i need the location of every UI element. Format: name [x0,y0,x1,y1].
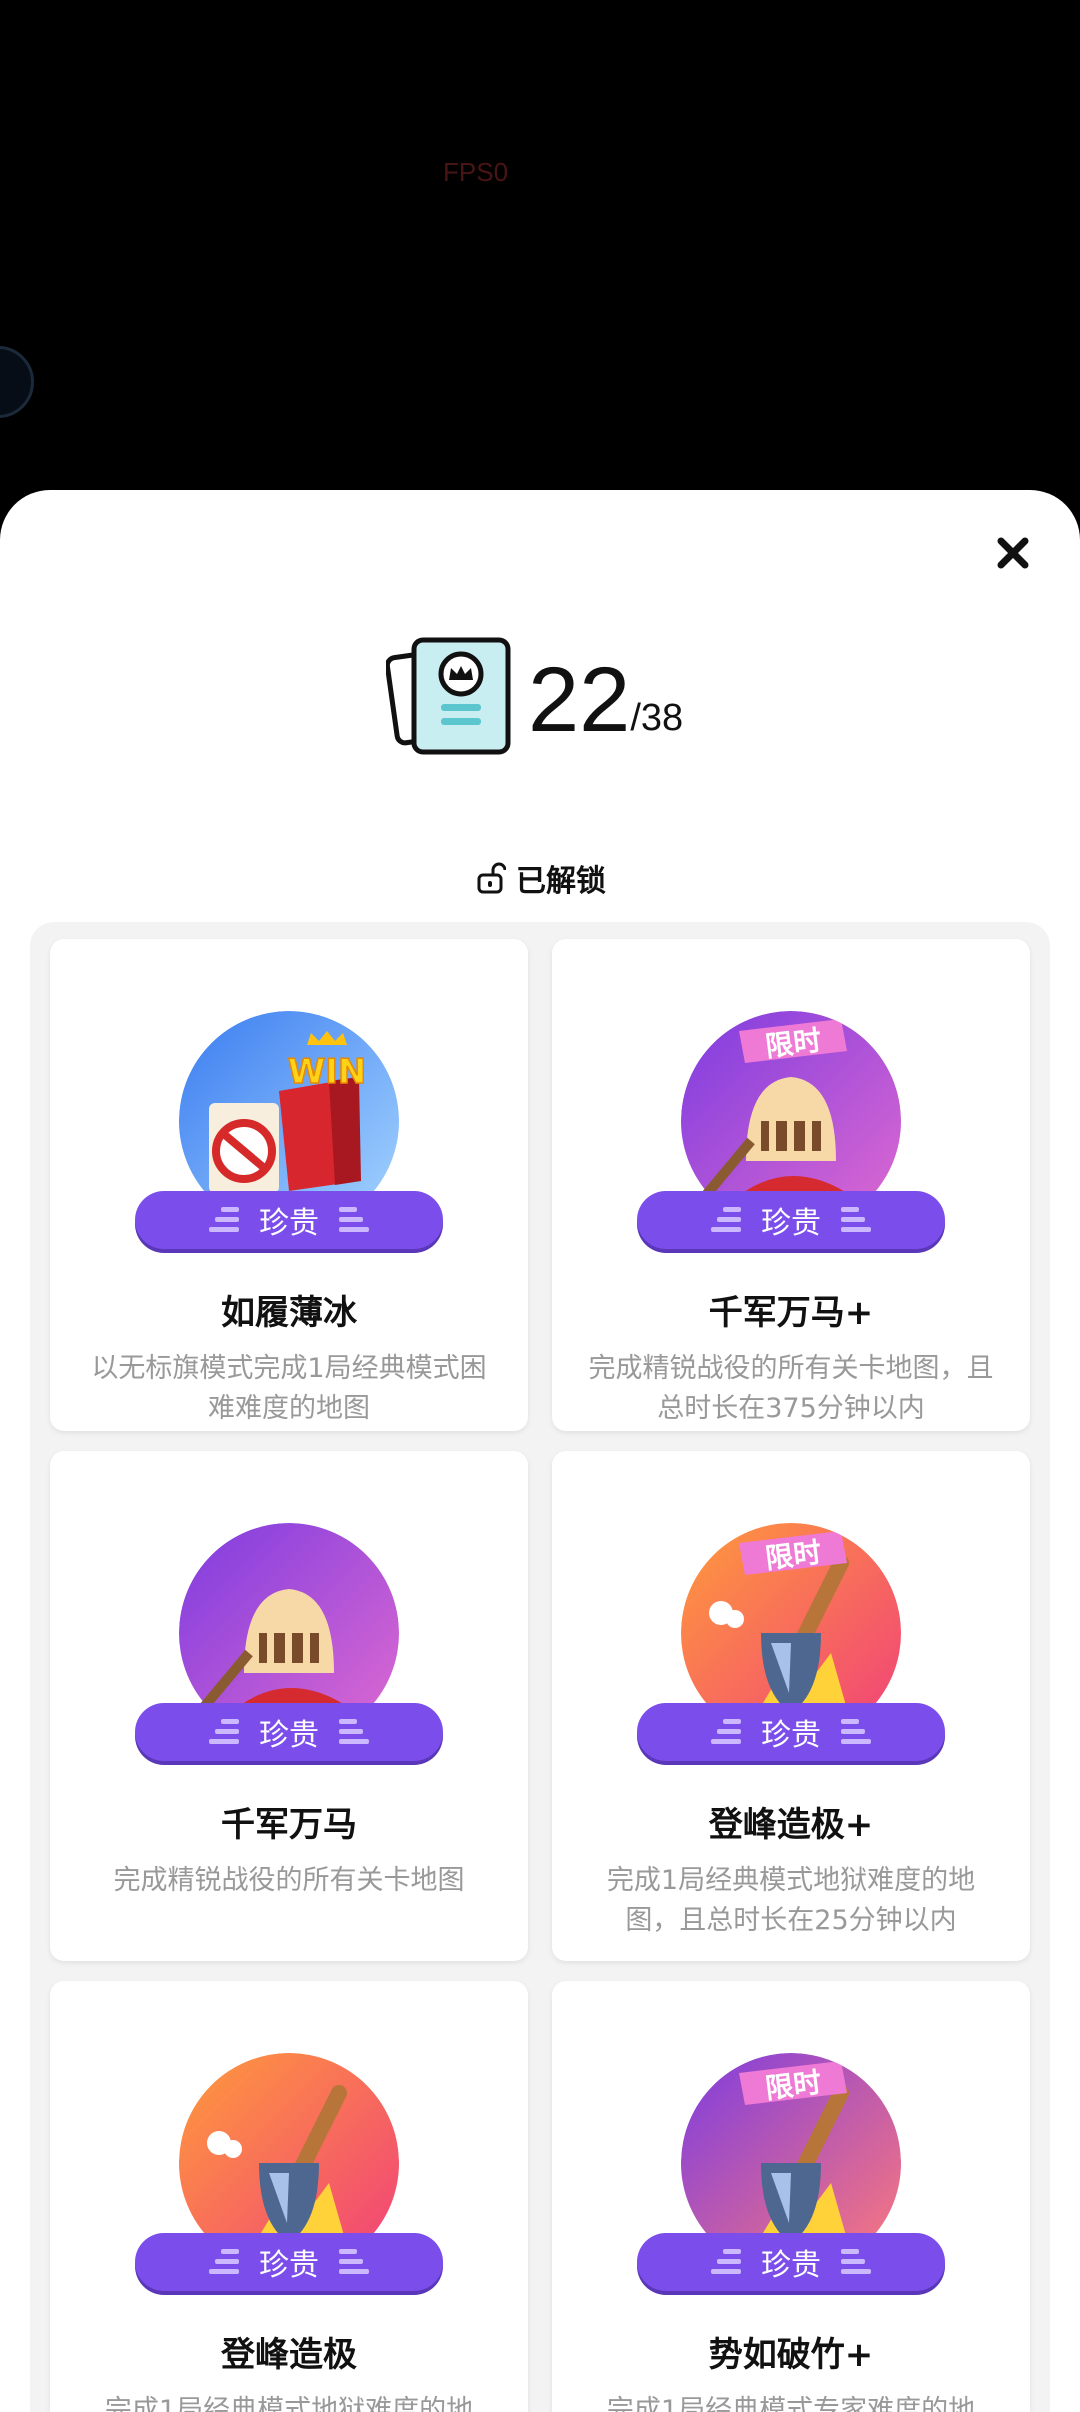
rarity-badge: 珍贵 [135,1703,443,1761]
rarity-bars-left-icon [209,1207,239,1232]
achievement-title: 登峰造极 [221,2335,357,2375]
achievement-card[interactable]: 珍贵 千军万马 完成精锐战役的所有关卡地图 [50,1451,528,1961]
rarity-label: 珍贵 [761,1718,821,1753]
rarity-badge: 珍贵 [135,2233,443,2291]
shovel-icon: 限时 [681,2053,901,2249]
rarity-bars-left-icon [209,1719,239,1744]
limited-text: 限时 [763,1024,823,1064]
achievement-cards-icon [386,637,511,755]
knight-helmet-icon: 限时 [681,1011,901,1207]
achievement-description: 完成精锐战役的所有关卡地图，且总时长在375分钟以内 [588,1353,994,1424]
rarity-label: 珍贵 [259,1206,319,1241]
rarity-label: 珍贵 [259,1718,319,1753]
achievement-title: 势如破竹+ [708,2335,874,2375]
rarity-bars-left-icon [711,2249,741,2274]
limited-text: 限时 [763,2066,823,2106]
rarity-badge: 珍贵 [637,1191,945,1249]
rarity-bars-right-icon [841,2249,871,2274]
achievement-description: 以无标旗模式完成1局经典模式困难难度的地图 [91,1353,487,1424]
achievement-counter: 22 /38 [386,630,683,760]
win-text: WIN [288,1052,367,1092]
rarity-label: 珍贵 [259,2248,319,2283]
rarity-bars-right-icon [841,1207,871,1232]
achievement-card[interactable]: WIN 珍贵 如履薄冰 以无标旗模式完成1局经典模式困难难度的地图 [50,939,528,1431]
rarity-bars-right-icon [339,1719,369,1744]
rarity-bars-right-icon [339,2249,369,2274]
unlocked-label: 已解锁 [516,864,606,899]
unlock-icon [477,862,506,894]
rarity-bars-right-icon [339,1207,369,1232]
achievement-card[interactable]: 限时 珍贵 势如破竹+ 完成1局经典模式专家难度的地 [552,1981,1030,2412]
knight-helmet-icon [179,1523,399,1719]
achievement-card[interactable]: 限时 珍贵 千军万马+ 完成精锐战役的所有关卡地图，且总时长在375分钟以内 [552,939,1030,1431]
achievement-title: 千军万马+ [708,1293,874,1333]
achievement-title: 千军万马 [221,1805,357,1845]
no-flag-icon: WIN [179,1011,399,1207]
achievement-title: 登峰造极+ [708,1805,874,1845]
limited-text: 限时 [763,1536,823,1576]
achievement-description: 完成1局经典模式地狱难度的地 [104,2395,474,2412]
close-icon [997,537,1029,569]
shovel-icon: 限时 [681,1523,901,1719]
rarity-bars-left-icon [209,2249,239,2274]
rarity-bars-left-icon [711,1207,741,1232]
unlocked-count: 22 [528,649,631,751]
rarity-badge: 珍贵 [637,2233,945,2291]
achievement-description: 完成精锐战役的所有关卡地图 [113,1865,465,1896]
floating-assistant-button[interactable] [0,346,34,418]
achievement-title: 如履薄冰 [221,1293,357,1333]
achievement-description: 完成1局经典模式地狱难度的地图，且总时长在25分钟以内 [606,1865,976,1936]
shovel-icon [179,2053,399,2249]
rarity-bars-right-icon [841,1719,871,1744]
rarity-label: 珍贵 [761,1206,821,1241]
rarity-bars-left-icon [711,1719,741,1744]
total-count: /38 [630,697,684,739]
achievement-description: 完成1局经典模式专家难度的地 [606,2395,976,2412]
fps-counter: FPS0 [443,157,509,187]
rarity-badge: 珍贵 [637,1703,945,1761]
game-background: FPS0 [0,0,1080,495]
achievement-card[interactable]: 限时 珍贵 登峰造极+ 完成1局经典模式地狱难度的地图，且总时长在25分钟以内 [552,1451,1030,1961]
close-button[interactable] [990,530,1036,576]
unlocked-section-header: 已解锁 [476,856,606,900]
rarity-badge: 珍贵 [135,1191,443,1249]
rarity-label: 珍贵 [761,2248,821,2283]
achievement-card[interactable]: 珍贵 登峰造极 完成1局经典模式地狱难度的地 [50,1981,528,2412]
